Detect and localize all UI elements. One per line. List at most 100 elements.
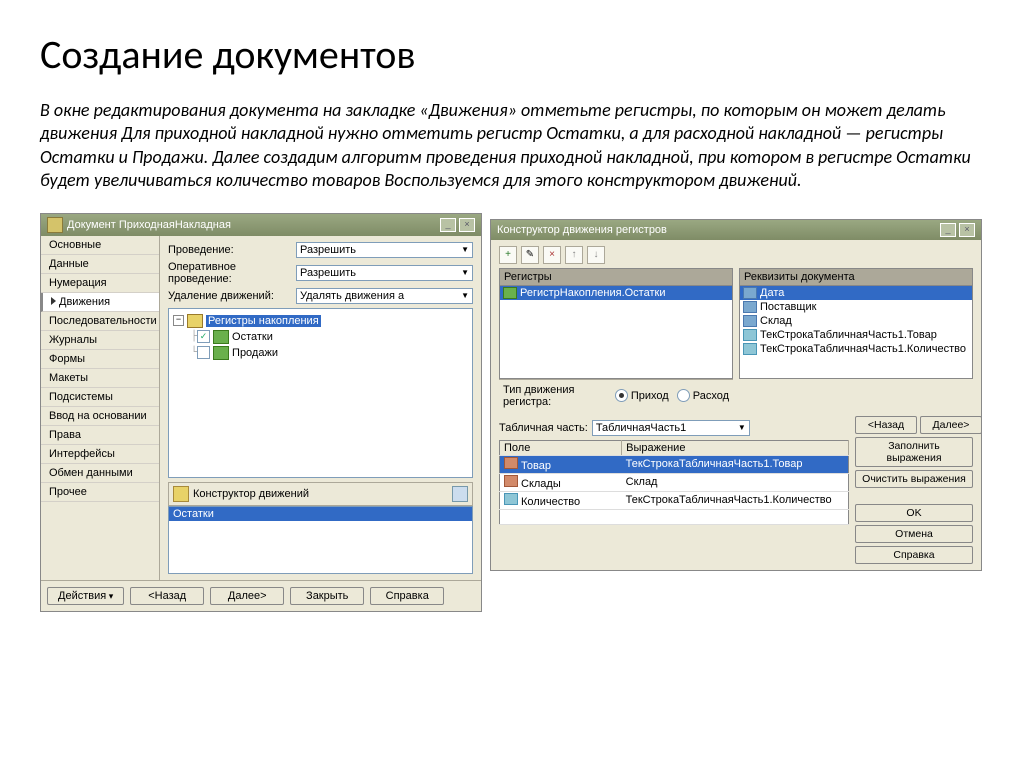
move-down-icon[interactable]: ↓ bbox=[587, 246, 605, 264]
constructor-button-bar: Конструктор движений bbox=[168, 482, 473, 506]
tab-данные[interactable]: Данные bbox=[41, 255, 159, 274]
requisites-pane: Реквизиты документа ДатаПоставщикСкладТе… bbox=[739, 268, 973, 412]
selected-registers-list[interactable]: Остатки bbox=[168, 506, 473, 574]
registers-pane: Регистры РегистрНакопления.Остатки Тип д… bbox=[499, 268, 733, 412]
folder-icon bbox=[187, 314, 203, 328]
table-row[interactable]: ТоварТекСтрокаТабличнаяЧасть1.Товар bbox=[500, 455, 849, 473]
register-icon bbox=[503, 287, 517, 299]
tab-журналы[interactable]: Журналы bbox=[41, 331, 159, 350]
tree-item-ostatki[interactable]: Остатки bbox=[232, 331, 273, 343]
select-delete-movements[interactable]: Удалять движения а▼ bbox=[296, 288, 473, 304]
constructor-icon bbox=[173, 486, 189, 502]
tree-root-label[interactable]: Регистры накопления bbox=[206, 315, 321, 327]
select-provedenie[interactable]: Разрешить▼ bbox=[296, 242, 473, 258]
label-provedenie: Проведение: bbox=[168, 244, 296, 256]
close-button[interactable]: Закрыть bbox=[290, 587, 364, 605]
requisite-icon bbox=[743, 315, 757, 327]
register-icon bbox=[213, 346, 229, 360]
field-icon bbox=[504, 457, 518, 469]
register-item[interactable]: РегистрНакопления.Остатки bbox=[500, 286, 732, 300]
movement-type-label: Тип движения регистра: bbox=[503, 384, 607, 408]
registers-list[interactable]: РегистрНакопления.Остатки bbox=[499, 285, 733, 379]
movement-type-row: Тип движения регистра: Приход Расход bbox=[499, 379, 733, 412]
helper-icon[interactable] bbox=[452, 486, 468, 502]
field-icon bbox=[504, 475, 518, 487]
fields-table[interactable]: ПолеВыражение ТоварТекСтрокаТабличнаяЧас… bbox=[499, 440, 849, 525]
tab-основные[interactable]: Основные bbox=[41, 236, 159, 255]
requisite-item[interactable]: Поставщик bbox=[740, 300, 972, 314]
col-expr: Выражение bbox=[622, 440, 849, 455]
next-button[interactable]: Далее> bbox=[210, 587, 284, 605]
bottom-button-bar: Действия <Назад Далее> Закрыть Справка bbox=[41, 580, 481, 611]
radio-rashod[interactable]: Расход bbox=[677, 389, 729, 402]
table-row[interactable]: СкладыСклад bbox=[500, 473, 849, 491]
titlebar: Документ ПриходнаяНакладная _ × bbox=[41, 214, 481, 236]
tab-последовательности[interactable]: Последовательности bbox=[41, 312, 159, 331]
help-button[interactable]: Справка bbox=[855, 546, 973, 564]
fill-expressions-button[interactable]: Заполнить выражения bbox=[855, 437, 973, 467]
constructor-button[interactable]: Конструктор движений bbox=[193, 488, 309, 500]
tab-ввод на основании[interactable]: Ввод на основании bbox=[41, 407, 159, 426]
window-title: Конструктор движения регистров bbox=[497, 224, 940, 236]
edit-icon[interactable]: ✎ bbox=[521, 246, 539, 264]
register-icon bbox=[213, 330, 229, 344]
tabpart-label: Табличная часть: bbox=[499, 422, 588, 434]
radio-prihod[interactable]: Приход bbox=[615, 389, 669, 402]
back-button[interactable]: <Назад bbox=[855, 416, 917, 434]
requisite-icon bbox=[743, 287, 757, 299]
list-item-ostatki[interactable]: Остатки bbox=[169, 507, 472, 521]
intro-text: В окне редактирования документа на закла… bbox=[40, 99, 984, 193]
toolbar: + ✎ × ↑ ↓ bbox=[499, 246, 973, 264]
ok-button[interactable]: OK bbox=[855, 504, 973, 522]
tab-права[interactable]: Права bbox=[41, 426, 159, 445]
page-title: Создание документов bbox=[40, 30, 984, 79]
registers-tree[interactable]: − Регистры накопления ├ ✓ Остатки └ bbox=[168, 308, 473, 478]
checkbox-prodazhi[interactable] bbox=[197, 346, 210, 359]
requisite-item[interactable]: Дата bbox=[740, 286, 972, 300]
delete-icon[interactable]: × bbox=[543, 246, 561, 264]
back-button[interactable]: <Назад bbox=[130, 587, 204, 605]
registers-header: Регистры bbox=[499, 268, 733, 285]
requisite-icon bbox=[743, 301, 757, 313]
window-title: Документ ПриходнаяНакладная bbox=[67, 219, 440, 231]
cancel-button[interactable]: Отмена bbox=[855, 525, 973, 543]
close-button[interactable]: × bbox=[959, 223, 975, 237]
add-icon[interactable]: + bbox=[499, 246, 517, 264]
close-button[interactable]: × bbox=[459, 218, 475, 232]
help-button[interactable]: Справка bbox=[370, 587, 444, 605]
checkbox-ostatki[interactable]: ✓ bbox=[197, 330, 210, 343]
requisite-item[interactable]: ТекСтрокаТабличнаяЧасть1.Количество bbox=[740, 342, 972, 356]
label-delete-movements: Удаление движений: bbox=[168, 290, 296, 302]
tab-прочее[interactable]: Прочее bbox=[41, 483, 159, 502]
tab-движения[interactable]: Движения bbox=[41, 293, 159, 312]
select-oper-provedenie[interactable]: Разрешить▼ bbox=[296, 265, 473, 281]
document-icon bbox=[47, 217, 63, 233]
field-icon bbox=[504, 493, 518, 505]
move-up-icon[interactable]: ↑ bbox=[565, 246, 583, 264]
tree-toggle[interactable]: − bbox=[173, 315, 184, 326]
requisite-item[interactable]: ТекСтрокаТабличнаяЧасть1.Товар bbox=[740, 328, 972, 342]
tabpart-select[interactable]: ТабличнаяЧасть1▼ bbox=[592, 420, 750, 436]
tab-формы[interactable]: Формы bbox=[41, 350, 159, 369]
minimize-button[interactable]: _ bbox=[440, 218, 456, 232]
actions-button[interactable]: Действия bbox=[47, 587, 124, 605]
requisites-list[interactable]: ДатаПоставщикСкладТекСтрокаТабличнаяЧаст… bbox=[739, 285, 973, 379]
col-field: Поле bbox=[500, 440, 622, 455]
window-movements-constructor: Конструктор движения регистров _ × + ✎ ×… bbox=[490, 219, 982, 571]
clear-expressions-button[interactable]: Очистить выражения bbox=[855, 470, 973, 488]
tab-интерфейсы[interactable]: Интерфейсы bbox=[41, 445, 159, 464]
requisite-icon bbox=[743, 343, 757, 355]
tab-нумерация[interactable]: Нумерация bbox=[41, 274, 159, 293]
tab-обмен данными[interactable]: Обмен данными bbox=[41, 464, 159, 483]
minimize-button[interactable]: _ bbox=[940, 223, 956, 237]
tab-макеты[interactable]: Макеты bbox=[41, 369, 159, 388]
tab-подсистемы[interactable]: Подсистемы bbox=[41, 388, 159, 407]
tree-item-prodazhi[interactable]: Продажи bbox=[232, 347, 278, 359]
titlebar: Конструктор движения регистров _ × bbox=[491, 220, 981, 240]
next-button[interactable]: Далее> bbox=[920, 416, 982, 434]
window-document-editor: Документ ПриходнаяНакладная _ × Основные… bbox=[40, 213, 482, 612]
requisite-item[interactable]: Склад bbox=[740, 314, 972, 328]
label-oper-provedenie: Оперативное проведение: bbox=[168, 261, 296, 285]
requisites-header: Реквизиты документа bbox=[739, 268, 973, 285]
table-row[interactable]: КоличествоТекСтрокаТабличнаяЧасть1.Колич… bbox=[500, 491, 849, 509]
